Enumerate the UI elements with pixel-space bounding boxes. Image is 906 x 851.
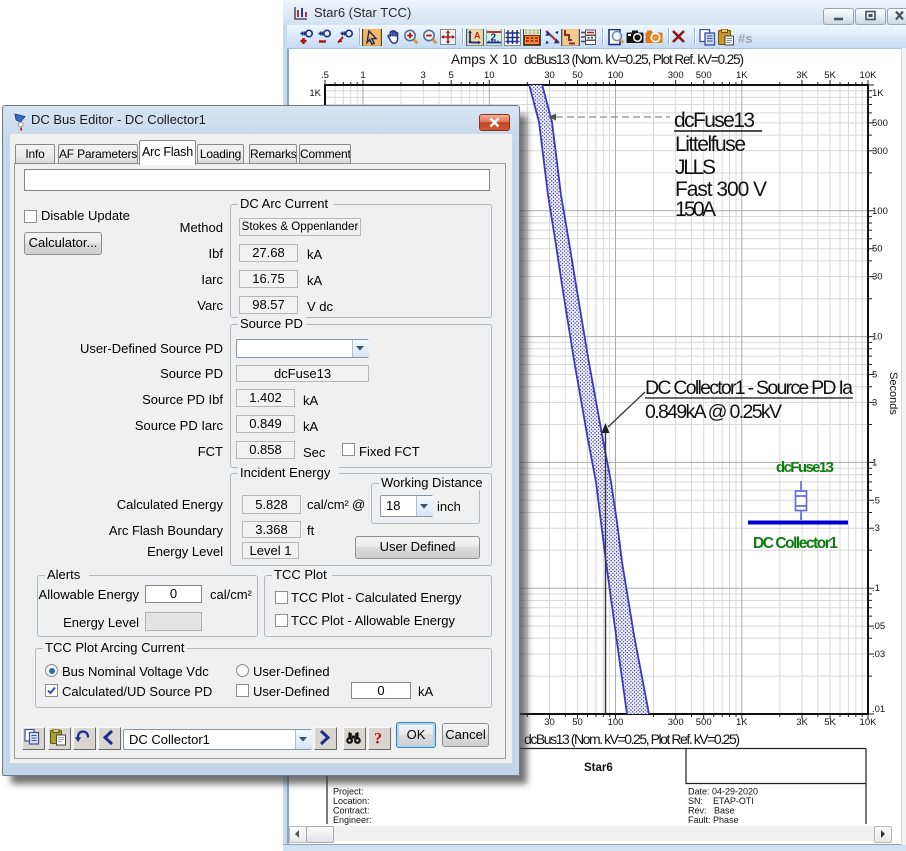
svg-text:Littelfuse: Littelfuse	[675, 133, 746, 156]
svg-text:.1: .1	[872, 583, 880, 594]
svg-text:dcFuse13: dcFuse13	[674, 109, 755, 132]
svg-text:10: 10	[484, 70, 495, 81]
svg-text:50: 50	[572, 70, 583, 81]
svg-text:5K: 5K	[824, 717, 836, 728]
svg-text:.03: .03	[872, 649, 885, 660]
svg-text:5K: 5K	[824, 70, 836, 81]
svg-text:1: 1	[360, 70, 365, 81]
svg-text:30: 30	[544, 717, 555, 728]
svg-text:Project:: Project:	[333, 787, 364, 797]
svg-text:.05: .05	[872, 621, 885, 632]
svg-text:300: 300	[668, 717, 684, 728]
svg-text:DC Collector1 - Source PD Ia: DC Collector1 - Source PD Ia	[645, 377, 853, 399]
svg-text:.01: .01	[872, 704, 885, 715]
svg-text:dcBus13 (Nom. kV=0.25, Plot Re: dcBus13 (Nom. kV=0.25, Plot Ref. kV=0.25…	[524, 731, 740, 747]
svg-text:30: 30	[544, 70, 555, 81]
svg-text:3K: 3K	[796, 717, 808, 728]
svg-text:Engineer:: Engineer:	[333, 815, 372, 825]
svg-text:1K: 1K	[309, 88, 321, 99]
svg-text:JLLS: JLLS	[675, 156, 716, 179]
svg-text:SN: ETAP-OTI: SN: ETAP-OTI	[688, 796, 754, 806]
svg-text:Star6: Star6	[584, 762, 613, 774]
svg-text:100: 100	[608, 717, 624, 728]
svg-text:Contract:: Contract:	[333, 806, 370, 816]
svg-text:Location:: Location:	[333, 796, 370, 806]
svg-text:Rev: Base: Rev: Base	[688, 806, 735, 816]
svg-text:.3: .3	[872, 523, 880, 534]
svg-text:Date: 04-29-2020: Date: 04-29-2020	[688, 787, 758, 797]
svg-text:dcFuse13: dcFuse13	[776, 459, 834, 476]
svg-text:500: 500	[696, 717, 712, 728]
svg-text:.5: .5	[321, 70, 329, 81]
svg-text:300: 300	[668, 70, 684, 81]
svg-text:1K: 1K	[736, 717, 748, 728]
svg-text:50: 50	[572, 717, 583, 728]
svg-text:1: 1	[872, 457, 877, 468]
svg-text:Amps X 10: Amps X 10	[451, 52, 517, 67]
svg-text:30: 30	[872, 272, 883, 283]
svg-text:5: 5	[449, 70, 454, 81]
svg-text:500: 500	[696, 70, 712, 81]
svg-text:3K: 3K	[796, 70, 808, 81]
svg-text:5: 5	[872, 370, 877, 381]
svg-text:50: 50	[872, 244, 883, 255]
svg-text:10K: 10K	[860, 70, 878, 81]
svg-text:1K: 1K	[736, 70, 748, 81]
svg-text:DC Collector1: DC Collector1	[753, 535, 838, 552]
svg-text:Fault: Phase: Fault: Phase	[688, 815, 739, 825]
svg-text:0.849kA @ 0.25kV: 0.849kA @ 0.25kV	[645, 401, 782, 423]
svg-text:.5: .5	[872, 495, 880, 506]
svg-text:150A: 150A	[675, 198, 716, 221]
svg-text:3: 3	[872, 397, 877, 408]
svg-text:dcBus13 (Nom. kV=0.25, Plot Re: dcBus13 (Nom. kV=0.25, Plot Ref. kV=0.25…	[524, 52, 744, 67]
svg-text:100: 100	[608, 70, 624, 81]
svg-text:500: 500	[872, 118, 888, 129]
svg-text:1K: 1K	[872, 88, 884, 99]
svg-text:10K: 10K	[860, 717, 878, 728]
svg-text:?: ?	[374, 731, 382, 747]
svg-text:3: 3	[421, 70, 426, 81]
svg-text:100: 100	[872, 206, 888, 217]
svg-text:Seconds: Seconds	[887, 372, 899, 415]
svg-text:300: 300	[872, 146, 888, 157]
svg-text:10: 10	[872, 332, 883, 343]
